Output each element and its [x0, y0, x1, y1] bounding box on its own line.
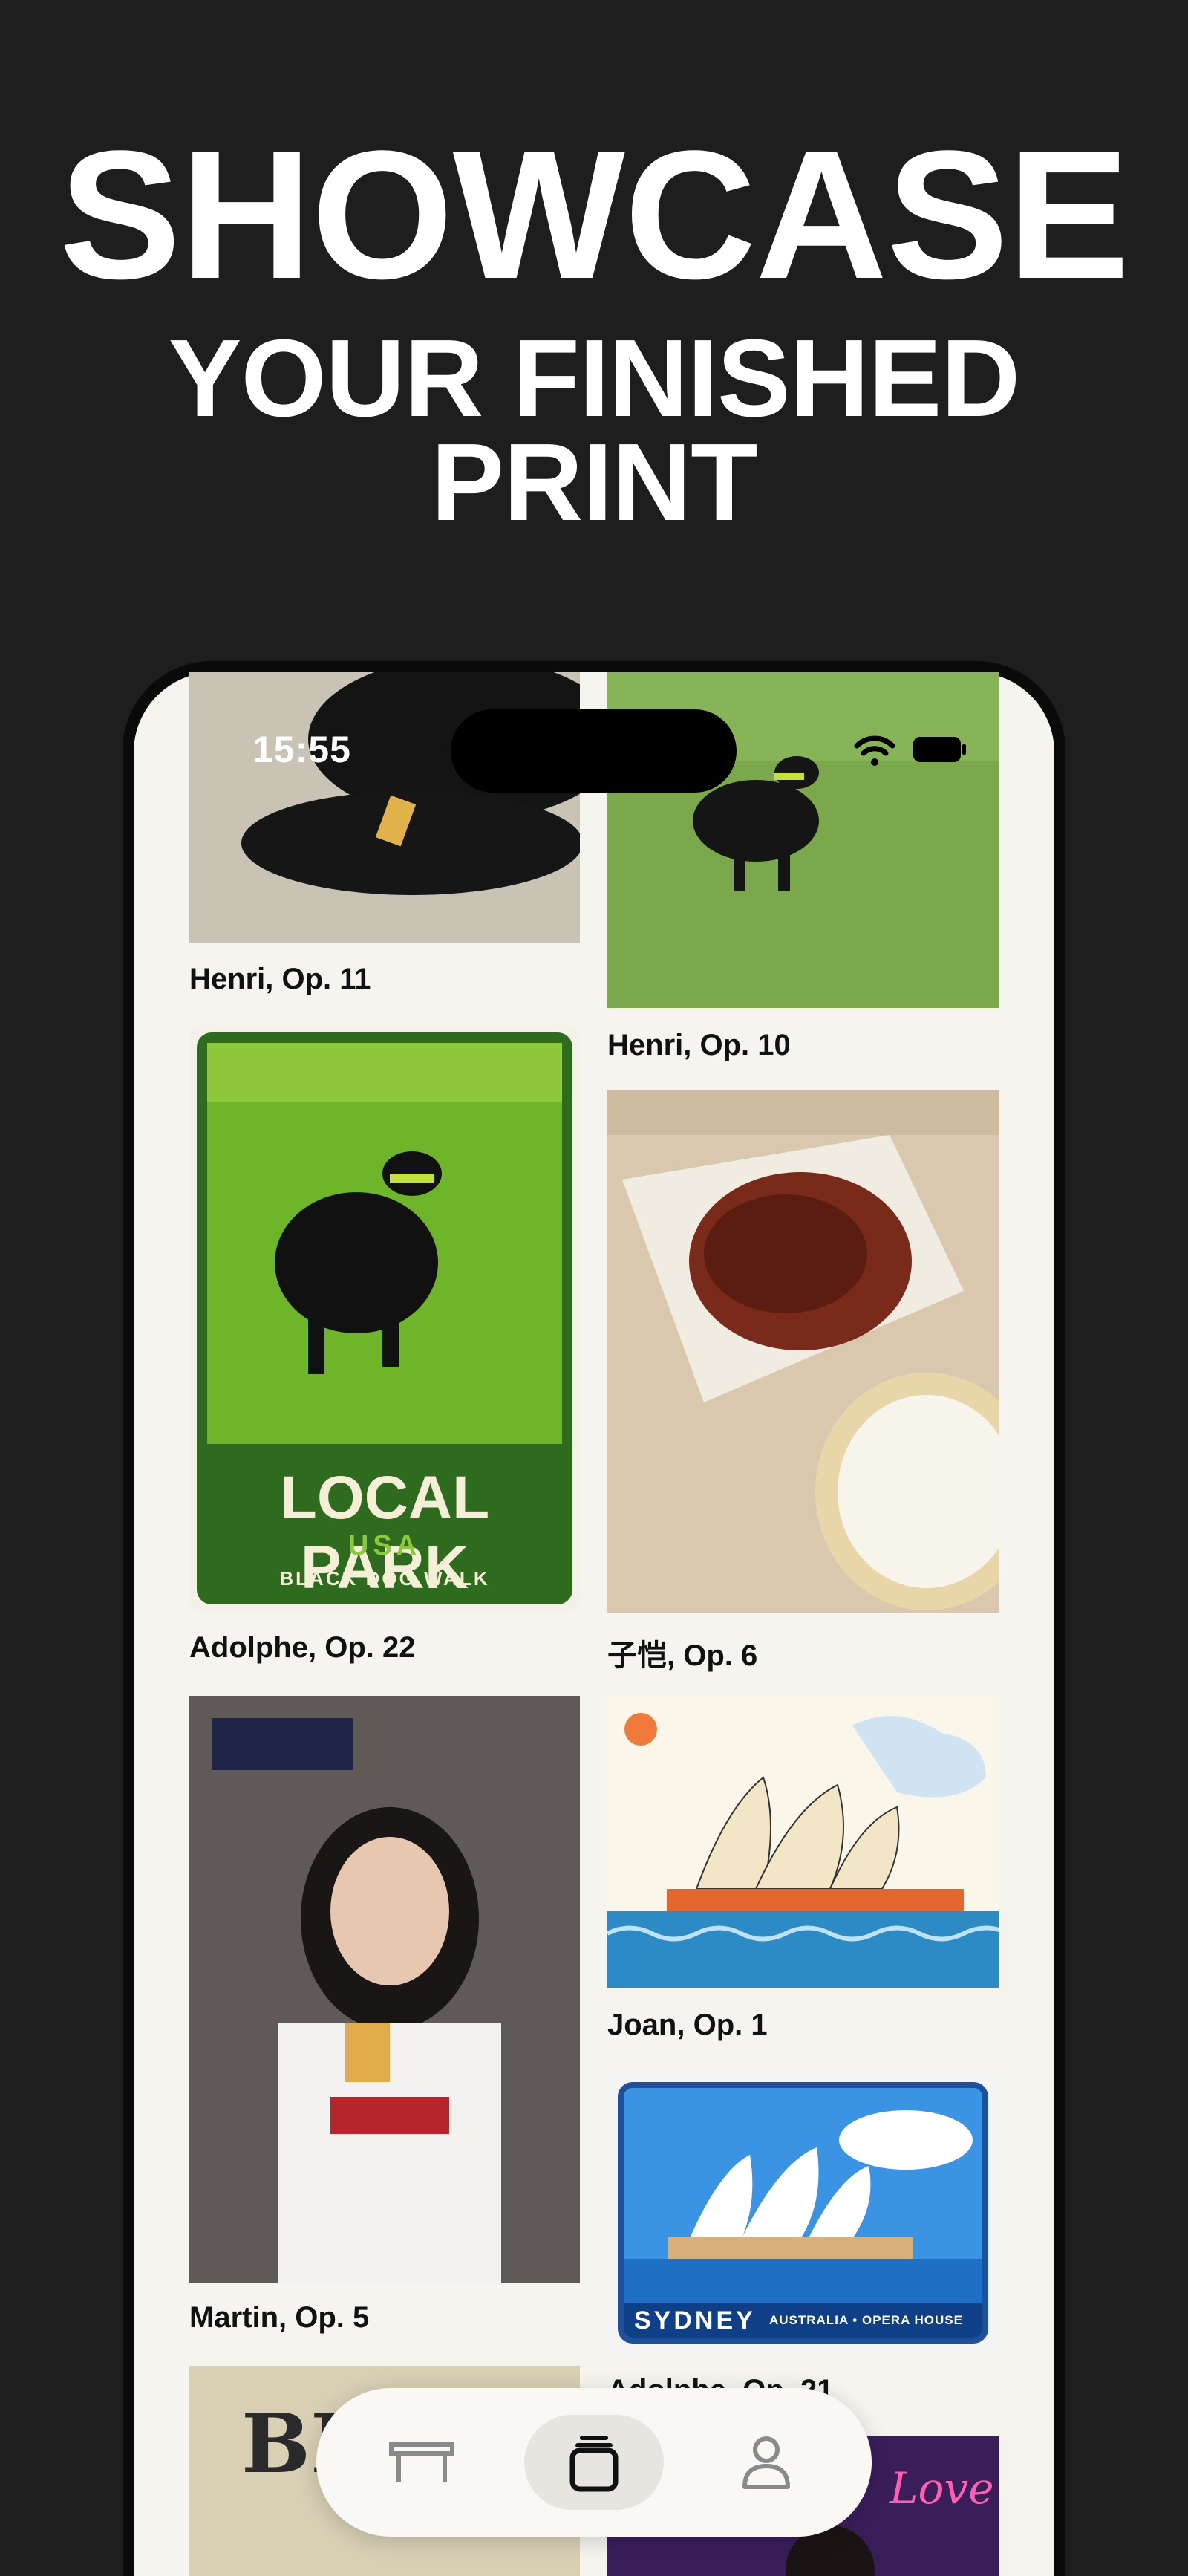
- sticker-tagline: AUSTRALIA • OPERA HOUSE: [769, 2313, 963, 2327]
- spicy-chicken-rice-photo: [607, 1090, 999, 1613]
- wifi-icon: [854, 735, 895, 766]
- prints-stack-icon: [569, 2436, 619, 2492]
- artwork-zikai-op6[interactable]: [607, 1090, 999, 1613]
- svg-text:Love: Love: [889, 2463, 994, 2514]
- poster-subtitle: USA: [347, 1530, 422, 1561]
- caption-henri-op10: Henri, Op. 10: [607, 1029, 791, 1061]
- profile-icon: [742, 2436, 790, 2489]
- sticker-title: SYDNEY: [634, 2306, 756, 2335]
- caption-adolphe-op22: Adolphe, Op. 22: [189, 1631, 416, 1664]
- caption-joan-op1: Joan, Op. 1: [607, 2009, 768, 2041]
- sydney-sticker-art: [624, 2088, 982, 2338]
- status-time: 15:55: [252, 729, 351, 770]
- tab-profile[interactable]: [696, 2415, 836, 2510]
- caption-martin-op5: Martin, Op. 5: [189, 2301, 370, 2334]
- frame-icon: [389, 2442, 454, 2482]
- poster-tagline: BLACK DOG WALK: [279, 1567, 490, 1590]
- headline-showcase: SHOWCASE: [59, 113, 1130, 317]
- tab-prints[interactable]: [524, 2415, 664, 2510]
- artwork-adolphe-op22[interactable]: LOCAL PARK USA BLACK DOG WALK: [189, 1025, 580, 1612]
- caption-henri-op11: Henri, Op. 11: [189, 963, 371, 995]
- artwork-adolphe-op21[interactable]: SYDNEY AUSTRALIA • OPERA HOUSE: [607, 2072, 999, 2354]
- headline-your-finished: YOUR FINISHED: [168, 317, 1020, 440]
- sydney-folk-illustration: [607, 1696, 999, 1988]
- artwork-joan-op1[interactable]: [607, 1696, 999, 1988]
- headline-print: PRINT: [431, 421, 758, 544]
- tab-bar: [316, 2388, 872, 2537]
- caption-zikai-op6: 子恺, Op. 6: [607, 1639, 758, 1672]
- dynamic-island: [451, 709, 737, 793]
- battery-icon: [913, 737, 966, 762]
- artwork-martin-op5[interactable]: [189, 1696, 580, 2283]
- tab-frames[interactable]: [352, 2415, 492, 2510]
- baseball-fan-photo: [189, 1696, 580, 2283]
